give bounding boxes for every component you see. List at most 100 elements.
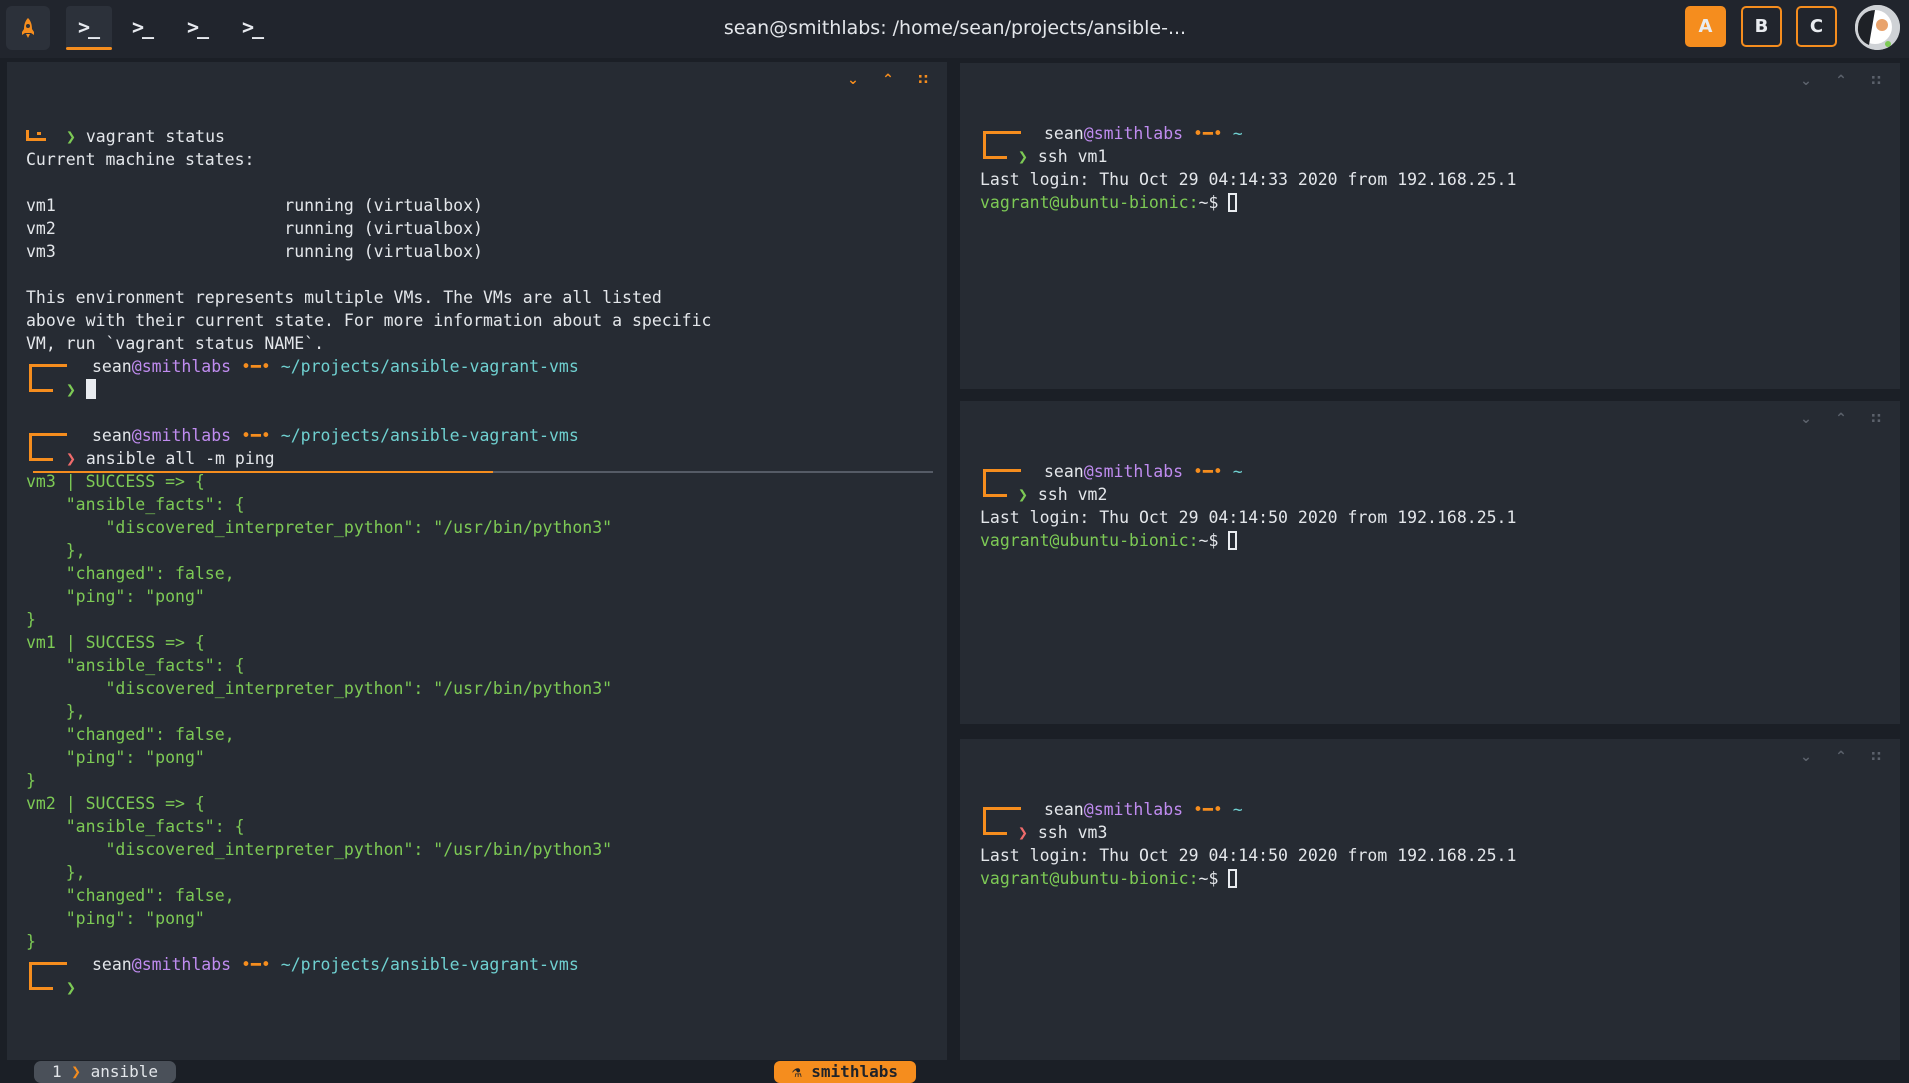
prompt-line: sean@smithlabs •━• ~	[1044, 800, 1243, 819]
prompt-bracket	[37, 132, 41, 135]
output-line: "ansible_facts": {	[26, 656, 245, 675]
output-line: "changed": false,	[26, 564, 235, 583]
grid-icon[interactable]: ∷	[1866, 749, 1886, 765]
output-line: }	[26, 610, 36, 629]
prompt-bracket	[29, 433, 32, 461]
command-line: ❯ ssh vm1	[1018, 147, 1108, 166]
prompt-bracket	[29, 433, 67, 436]
output-line: },	[26, 863, 86, 882]
terminal-tab-3[interactable]: >_	[175, 6, 221, 50]
prompt-line: sean@smithlabs •━• ~	[1044, 462, 1243, 481]
output-line: vm2 | SUCCESS => {	[26, 794, 205, 813]
output-line: "ansible_facts": {	[26, 817, 245, 836]
output-line: vm1 running (virtualbox)	[26, 196, 483, 215]
terminal-cursor	[85, 379, 96, 399]
top-bar: >_ >_ >_ >_ sean@smithlabs: /home/sean/p…	[0, 0, 1909, 58]
last-login-line: Last login: Thu Oct 29 04:14:50 2020 fro…	[980, 508, 1517, 527]
chevron-up-icon[interactable]: ⌃	[1831, 411, 1851, 427]
host-name: smithlabs	[811, 1062, 898, 1081]
chevron-down-icon[interactable]: ⌄	[1796, 749, 1816, 765]
pane-controls: ⌄ ⌃ ∷	[1781, 73, 1886, 89]
prompt-bracket	[26, 138, 46, 141]
avatar[interactable]	[1855, 5, 1900, 50]
chevron-down-icon[interactable]: ⌄	[1796, 73, 1816, 89]
prompt-bracket	[29, 962, 67, 965]
output-line: "changed": false,	[26, 725, 235, 744]
window-name: ansible	[90, 1062, 158, 1081]
rocket-icon	[22, 18, 34, 38]
grid-icon[interactable]: ∷	[1866, 73, 1886, 89]
output-line: This environment represents multiple VMs…	[26, 288, 662, 307]
grid-icon[interactable]: ∷	[913, 72, 933, 88]
terminal-tab-2[interactable]: >_	[120, 6, 166, 50]
output-line: "discovered_interpreter_python": "/usr/b…	[26, 679, 613, 698]
prompt-bracket	[983, 469, 986, 497]
terminal-cursor	[1228, 193, 1238, 212]
terminal-pane-vm2[interactable]: ⌄ ⌃ ∷ sean@smithlabs •━• ~ ❯ ssh vm2 Last …	[960, 401, 1900, 724]
pane-controls: ⌄ ⌃ ∷	[1781, 749, 1886, 765]
output-line: VM, run `vagrant status NAME`.	[26, 334, 325, 353]
output-line: Current machine states:	[26, 150, 255, 169]
prompt-line: sean@smithlabs •━• ~/projects/ansible-va…	[92, 426, 579, 445]
prompt-bracket	[983, 807, 986, 835]
terminal-cursor	[1228, 869, 1238, 888]
shell-prompt-line[interactable]: vagrant@ubuntu-bionic:~$	[980, 867, 1238, 890]
tmux-window-indicator[interactable]: 1 ❯ ansible	[34, 1061, 176, 1083]
prompt-line: sean@smithlabs •━• ~	[1044, 124, 1243, 143]
workspace-b-button[interactable]: B	[1741, 6, 1782, 47]
window-title: sean@smithlabs: /home/sean/projects/ansi…	[723, 17, 1187, 39]
output-line: "changed": false,	[26, 886, 235, 905]
prompt-bracket	[29, 364, 32, 392]
terminal-pane-vm3[interactable]: ⌄ ⌃ ∷ sean@smithlabs •━• ~ ❯ ssh vm3 Last …	[960, 739, 1900, 1060]
terminal-pane-vm1[interactable]: ⌄ ⌃ ∷ sean@smithlabs •━• ~ ❯ ssh vm1 Last …	[960, 63, 1900, 389]
output-line: "ping": "pong"	[26, 748, 205, 767]
terminal-icon: >_	[242, 15, 264, 39]
output-line: vm1 | SUCCESS => {	[26, 633, 205, 652]
window-index: 1	[52, 1062, 62, 1081]
output-line: }	[26, 771, 36, 790]
output-line: },	[26, 702, 86, 721]
workspace-c-button[interactable]: C	[1796, 6, 1837, 47]
terminal-tab-1[interactable]: >_	[66, 6, 112, 50]
prompt-bracket	[983, 156, 1007, 159]
output-line: vm2 running (virtualbox)	[26, 219, 483, 238]
chevron-down-icon[interactable]: ⌄	[1796, 411, 1816, 427]
prompt-bracket	[29, 987, 53, 990]
input-line[interactable]: ❯	[66, 976, 76, 999]
command-line: ❯ ansible all -m ping	[66, 449, 275, 468]
prompt-bracket	[29, 458, 53, 461]
output-line: vm3 | SUCCESS => {	[26, 472, 205, 491]
prompt-bracket	[983, 131, 986, 159]
tmux-host-badge: ⚗ smithlabs	[774, 1061, 916, 1083]
terminal-pane-main[interactable]: ⌄ ⌃ ∷ ❯ vagrant status Current machine sta…	[7, 62, 947, 1083]
last-login-line: Last login: Thu Oct 29 04:14:33 2020 fro…	[980, 170, 1517, 189]
shell-prompt-line[interactable]: vagrant@ubuntu-bionic:~$	[980, 529, 1238, 552]
prompt-bracket	[29, 389, 53, 392]
command-line: ❯ ssh vm3	[1018, 823, 1108, 842]
prompt-bracket	[29, 364, 67, 367]
chevron-up-icon[interactable]: ⌃	[878, 72, 898, 88]
output-line: "discovered_interpreter_python": "/usr/b…	[26, 518, 613, 537]
pane-controls: ⌄ ⌃ ∷	[1781, 411, 1886, 427]
last-login-line: Last login: Thu Oct 29 04:14:50 2020 fro…	[980, 846, 1517, 865]
output-line: "ansible_facts": {	[26, 495, 245, 514]
terminal-tab-4[interactable]: >_	[230, 6, 276, 50]
output-line: above with their current state. For more…	[26, 311, 712, 330]
output-line: "ping": "pong"	[26, 587, 205, 606]
terminal-icon: >_	[187, 15, 209, 39]
flask-icon: ⚗	[792, 1062, 802, 1081]
grid-icon[interactable]: ∷	[1866, 411, 1886, 427]
chevron-up-icon[interactable]: ⌃	[1831, 73, 1851, 89]
workspace-a-button[interactable]: A	[1685, 6, 1726, 47]
output-line: "ping": "pong"	[26, 909, 205, 928]
prompt-bracket	[29, 962, 32, 990]
output-line: }	[26, 932, 36, 951]
terminal-icon: >_	[78, 15, 100, 39]
input-line[interactable]: ❯	[66, 378, 96, 401]
chevron-up-icon[interactable]: ⌃	[1831, 749, 1851, 765]
chevron-down-icon[interactable]: ⌄	[843, 72, 863, 88]
shell-prompt-line[interactable]: vagrant@ubuntu-bionic:~$	[980, 191, 1238, 214]
app-menu-button[interactable]	[6, 6, 50, 50]
prompt-bracket	[983, 469, 1021, 472]
prompt-line: sean@smithlabs •━• ~/projects/ansible-va…	[92, 955, 579, 974]
